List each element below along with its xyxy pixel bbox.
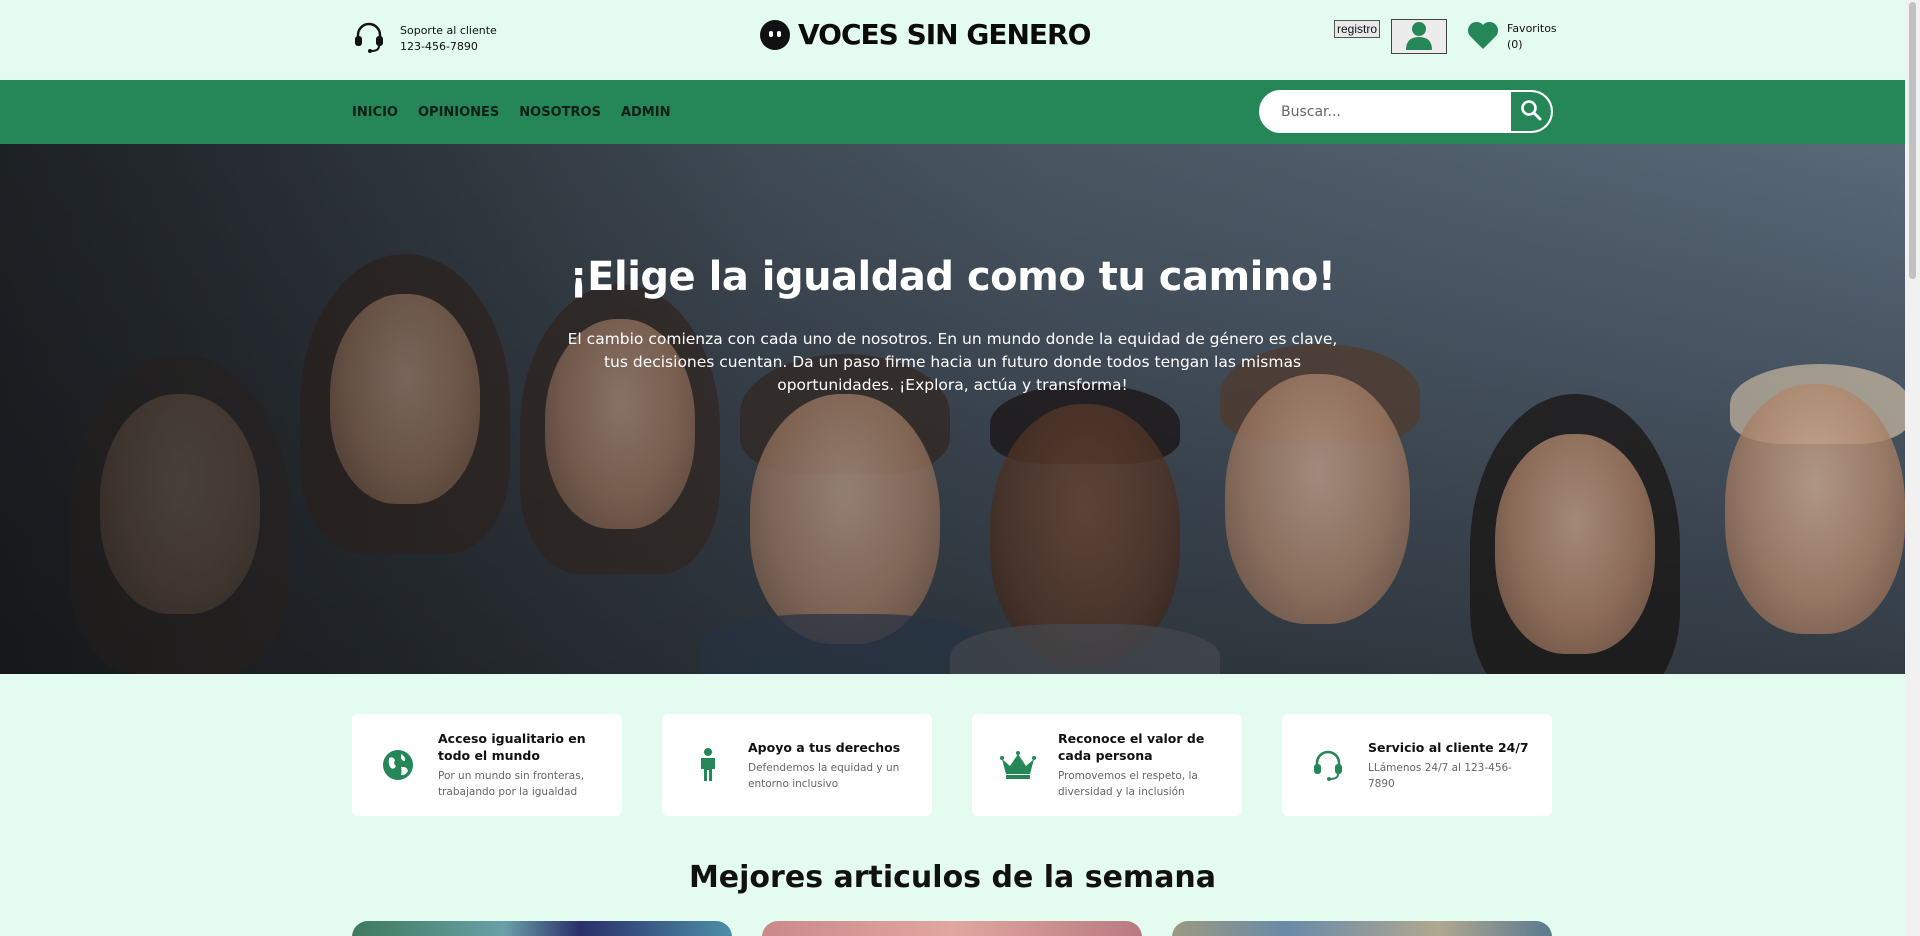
articles-section-title: Mejores articulos de la semana — [688, 860, 1217, 895]
feature-title: Acceso igualitario en todo el mundo — [438, 731, 586, 763]
feature-title: Reconoce el valor de cada persona — [1058, 731, 1205, 763]
nav-menu: INICIO OPINIONES NOSOTROS ADMIN — [352, 80, 670, 144]
headset-icon — [1308, 748, 1348, 782]
nav-item-opiniones[interactable]: OPINIONES — [418, 105, 499, 120]
person-icon — [688, 748, 728, 782]
search-button[interactable] — [1511, 92, 1551, 131]
article-card[interactable] — [1172, 921, 1552, 936]
nav-item-inicio[interactable]: INICIO — [352, 105, 398, 120]
article-card[interactable] — [762, 921, 1142, 936]
user-account-button[interactable] — [1391, 19, 1447, 54]
favorites-count: (0) — [1507, 38, 1523, 51]
favorites-label: Favoritos — [1507, 22, 1557, 35]
main-nav: INICIO OPINIONES NOSOTROS ADMIN — [0, 80, 1905, 144]
feature-title: Apoyo a tus derechos — [748, 739, 901, 755]
crown-icon — [998, 751, 1038, 779]
nav-item-nosotros[interactable]: NOSOTROS — [519, 105, 601, 120]
heart-icon — [1467, 20, 1499, 54]
feature-card: Servicio al cliente 24/7 LLámenos 24/7 a… — [1282, 714, 1552, 816]
hero-background-image — [0, 144, 1905, 674]
search-input[interactable] — [1261, 92, 1511, 131]
scrollbar-thumb[interactable] — [1909, 2, 1916, 279]
globe-icon — [378, 748, 418, 782]
article-card[interactable] — [352, 921, 732, 936]
brand-logo-link[interactable]: VOCES SIN GENERO — [760, 18, 1091, 51]
hero-text: El cambio comienza con cada uno de nosot… — [567, 330, 1338, 394]
feature-desc: Promovemos el respeto, la diversidad y l… — [1058, 770, 1198, 798]
feature-card: Reconoce el valor de cada persona Promov… — [972, 714, 1242, 816]
hero-title: ¡Elige la igualdad como tu camino! — [569, 254, 1336, 300]
support-title: Soporte al cliente — [400, 24, 497, 37]
brand-name: VOCES SIN GENERO — [798, 18, 1091, 51]
brand-logo-icon — [760, 19, 790, 50]
hero-banner: ¡Elige la igualdad como tu camino! El ca… — [0, 144, 1905, 674]
support-phone: 123-456-7890 — [400, 40, 478, 53]
top-header: Soporte al cliente 123-456-7890 VOCES SI… — [0, 0, 1905, 80]
page-scrollbar[interactable] — [1905, 0, 1920, 936]
user-icon — [1404, 20, 1434, 53]
search-icon — [1520, 99, 1542, 124]
feature-card: Apoyo a tus derechos Defendemos la equid… — [662, 714, 932, 816]
search-box — [1259, 90, 1553, 133]
headset-icon — [352, 20, 386, 58]
favorites-link[interactable]: Favoritos (0) — [1467, 20, 1557, 54]
customer-support[interactable]: Soporte al cliente 123-456-7890 — [352, 20, 497, 58]
feature-desc: Defendemos la equidad y un entorno inclu… — [748, 761, 900, 790]
feature-title: Servicio al cliente 24/7 — [1368, 739, 1529, 755]
register-button[interactable]: registro — [1334, 20, 1381, 38]
page: Soporte al cliente 123-456-7890 VOCES SI… — [0, 0, 1905, 936]
feature-card: Acceso igualitario en todo el mundo Por … — [352, 714, 622, 816]
feature-desc: LLámenos 24/7 al 123-456-7890 — [1368, 761, 1512, 790]
nav-item-admin[interactable]: ADMIN — [621, 105, 671, 120]
features-row: Acceso igualitario en todo el mundo Por … — [352, 714, 1552, 816]
feature-desc: Por un mundo sin fronteras, trabajando p… — [438, 770, 585, 798]
